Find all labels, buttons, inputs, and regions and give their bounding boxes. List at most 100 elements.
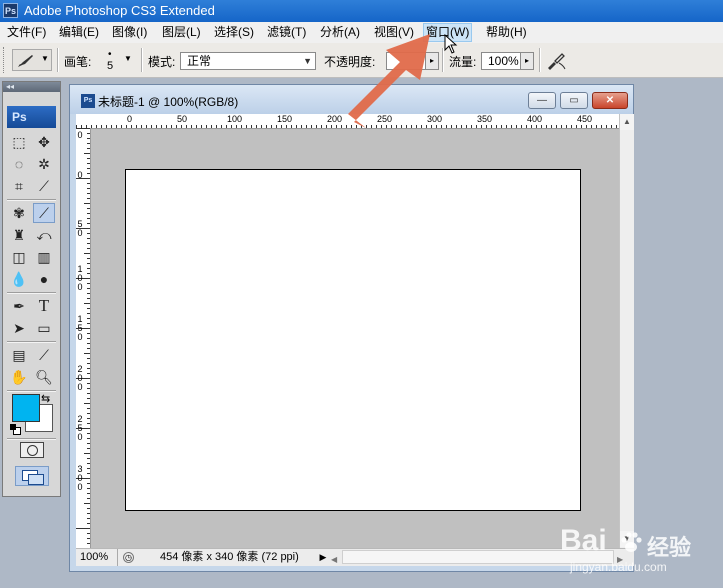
divider (141, 48, 143, 72)
quick-mask-icon (27, 445, 38, 456)
zoom-level[interactable]: 100% (76, 549, 118, 566)
foreground-color-swatch[interactable] (12, 394, 40, 422)
watermark-text-bai: Bai (560, 524, 607, 557)
marquee-tool-icon[interactable]: ⬚ (8, 132, 30, 152)
divider (7, 341, 56, 343)
brush-label: 画笔: (64, 55, 92, 69)
brush-picker[interactable]: • 5 ▼ (100, 49, 136, 73)
watermark-text-jingyan: 经验 (647, 535, 692, 560)
eyedropper-tool-icon[interactable]: ⟋ (33, 345, 55, 365)
tools-panel-grip[interactable]: ◂◂ (3, 82, 60, 92)
divider (7, 292, 56, 294)
brush-dot-icon: • (108, 49, 112, 60)
flow-input[interactable]: 100% (481, 52, 521, 70)
brush-size: 5 (107, 60, 114, 72)
chevron-down-icon: ▼ (41, 54, 49, 63)
document-title: 未标题-1 @ 100%(RGB/8) (98, 95, 239, 109)
ruler-label: 350 (477, 114, 493, 124)
swap-colors-icon[interactable]: ⇆ (41, 392, 50, 405)
pen-tool-icon[interactable]: ✒ (8, 296, 30, 316)
vertical-ruler[interactable]: 0 0 5 0 1 0 0 1 5 0 2 0 0 2 5 0 3 0 0 (76, 128, 91, 548)
screen-mode-button[interactable] (15, 466, 49, 486)
watermark-url: jingyan.baidu.com (570, 560, 667, 574)
dodge-tool-icon[interactable]: ● (33, 269, 55, 289)
title-bar: Ps Adobe Photoshop CS3 Extended (0, 0, 723, 22)
app-logo-icon: Ps (3, 3, 18, 18)
document-ps-icon: Ps (81, 94, 95, 108)
scroll-left-icon[interactable]: ◀ (331, 551, 339, 568)
minimize-button[interactable]: — (528, 92, 556, 109)
zoom-tool-icon[interactable]: 🔍︎ (33, 367, 55, 387)
divider (57, 48, 59, 72)
mode-label: 模式: (148, 55, 176, 69)
magic-wand-tool-icon[interactable]: ✲ (33, 154, 55, 174)
close-button[interactable]: ✕ (592, 92, 628, 109)
menu-filter[interactable]: 滤镜(T) (264, 25, 309, 40)
ruler-label: 0 (77, 332, 83, 342)
tools-ps-badge[interactable]: Ps (7, 106, 56, 128)
divider (539, 48, 541, 72)
crop-tool-icon[interactable]: ⌗ (8, 176, 30, 196)
chevron-down-icon: ▼ (124, 54, 132, 63)
healing-brush-tool-icon[interactable]: ✾ (8, 203, 30, 223)
history-brush-tool-icon[interactable]: ⤺ (33, 225, 55, 245)
ruler-label: 400 (527, 114, 543, 124)
app-title: Adobe Photoshop CS3 Extended (24, 3, 215, 18)
menu-layer[interactable]: 图层(L) (159, 25, 204, 40)
divider (7, 199, 56, 201)
slice-tool-icon[interactable]: ⟋ (33, 176, 55, 196)
ruler-label: 0 (77, 282, 83, 292)
status-info-icon[interactable]: ◷ (123, 552, 134, 563)
flow-slider-button[interactable]: ▸ (520, 52, 534, 70)
lasso-tool-icon[interactable]: ◌ (8, 154, 30, 174)
options-grip[interactable] (3, 47, 8, 73)
ruler-label: 0 (77, 432, 83, 442)
ruler-label: 150 (277, 114, 293, 124)
menu-file[interactable]: 文件(F) (4, 25, 49, 40)
flow-label: 流量: (449, 55, 477, 69)
menu-help[interactable]: 帮助(H) (483, 25, 530, 40)
canvas-area[interactable] (91, 129, 619, 548)
paw-icon (618, 530, 644, 556)
quick-mask-button[interactable] (20, 442, 44, 458)
brush-tool-icon[interactable]: ⟋ (33, 203, 55, 223)
airbrush-button[interactable] (545, 51, 567, 71)
ruler-label: 100 (227, 114, 243, 124)
default-colors-icon[interactable] (10, 424, 21, 435)
status-bar: 100% ◷ 454 像素 x 340 像素 (72 ppi) ▶ ◀ ▶ (76, 548, 634, 566)
shape-tool-icon[interactable]: ▭ (33, 318, 55, 338)
ruler-label: 0 (77, 170, 83, 180)
gradient-tool-icon[interactable]: ▥ (33, 247, 55, 267)
tool-preset-picker[interactable]: ▼ (12, 49, 52, 71)
menu-image[interactable]: 图像(I) (109, 25, 150, 40)
mode-select[interactable]: 正常 ▼ (180, 52, 316, 70)
eraser-tool-icon[interactable]: ◫ (8, 247, 30, 267)
menu-edit[interactable]: 编辑(E) (56, 25, 102, 40)
clone-stamp-tool-icon[interactable]: ♜ (8, 225, 30, 245)
chevron-down-icon: ▼ (303, 56, 312, 66)
maximize-button[interactable]: ▭ (560, 92, 588, 109)
airbrush-icon (548, 53, 566, 70)
ruler-label: 0 (77, 482, 83, 492)
status-menu-arrow-icon[interactable]: ▶ (317, 549, 329, 566)
ruler-label: 50 (177, 114, 188, 124)
menu-select[interactable]: 选择(S) (211, 25, 257, 40)
scroll-up-icon[interactable]: ▲ (620, 114, 634, 130)
ruler-label: 0 (77, 382, 83, 392)
vertical-scrollbar[interactable]: ▲ ▼ (619, 114, 634, 548)
tools-panel: ◂◂ Ps ⬚ ✥ ◌ ✲ ⌗ ⟋ ✾ ⟋ ♜ ⤺ ◫ ▥ 💧 ● ✒ T ➤ … (2, 81, 61, 497)
mode-value: 正常 (187, 54, 212, 68)
notes-tool-icon[interactable]: ▤ (8, 345, 30, 365)
mouse-cursor-icon (444, 34, 458, 54)
divider (7, 438, 56, 440)
brush-icon (18, 55, 33, 67)
path-selection-tool-icon[interactable]: ➤ (8, 318, 30, 338)
move-tool-icon[interactable]: ✥ (33, 132, 55, 152)
type-tool-icon[interactable]: T (33, 296, 55, 316)
hand-tool-icon[interactable]: ✋ (8, 367, 30, 387)
document-size-info: 454 像素 x 340 像素 (72 ppi) (160, 551, 299, 563)
document-canvas[interactable] (125, 169, 581, 511)
blur-tool-icon[interactable]: 💧 (8, 269, 30, 289)
baidu-watermark: Bai 经验 jingyan.baidu.com (560, 520, 720, 580)
ruler-label: 0 (77, 130, 83, 140)
